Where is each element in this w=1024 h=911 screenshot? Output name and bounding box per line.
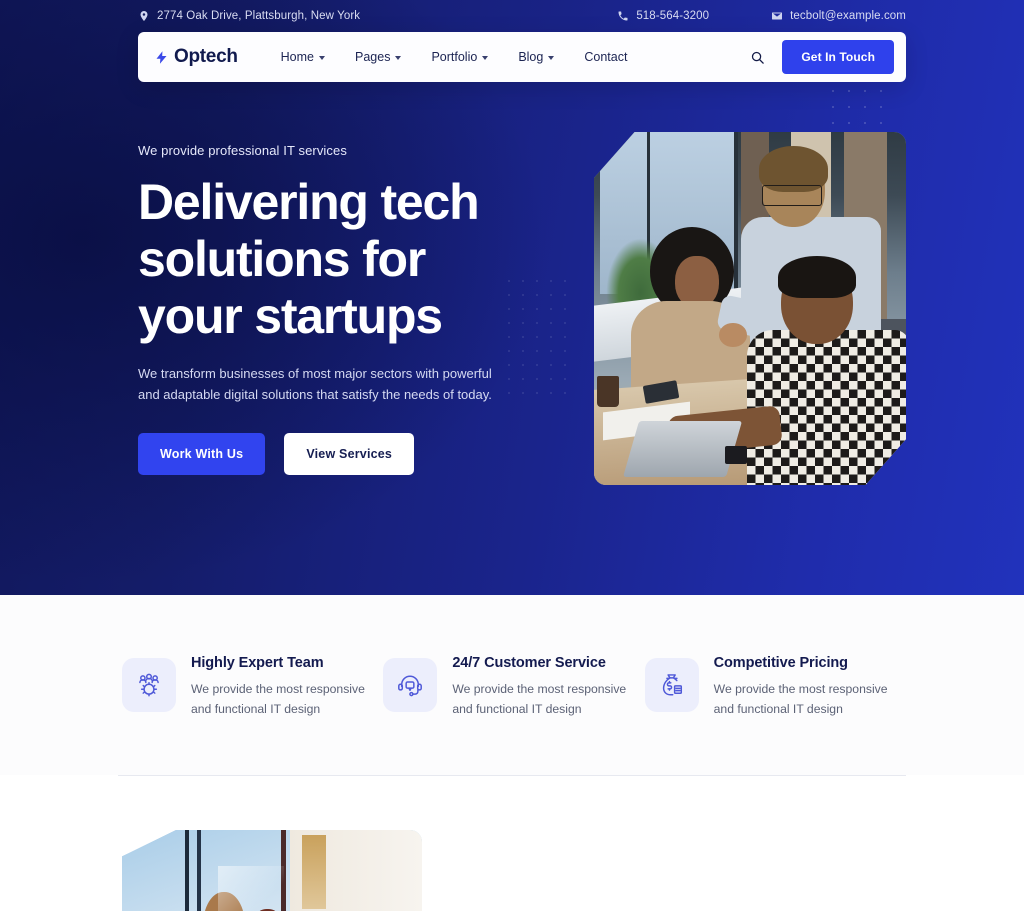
hero-subtitle: We transform businesses of most major se… [138, 366, 492, 402]
chevron-down-icon [482, 55, 489, 60]
get-in-touch-button[interactable]: Get In Touch [782, 40, 894, 74]
nav-item-home[interactable]: Home [266, 42, 340, 72]
hero-title-line-3: your startups [138, 288, 443, 344]
address-text: 2774 Oak Drive, Plattsburgh, New York [157, 10, 361, 22]
bottom-section [0, 776, 1024, 911]
feature-title: 24/7 Customer Service [452, 655, 606, 671]
hero-title: Delivering tech solutions for your start… [138, 174, 558, 345]
nav-item-home-label: Home [280, 50, 314, 64]
hero-title-line-2: solutions for [138, 231, 426, 287]
location-pin-icon [138, 10, 150, 22]
feature-description: We provide the most responsive and funct… [713, 682, 888, 716]
chevron-down-icon [395, 55, 402, 60]
nav-item-blog-label: Blog [518, 50, 544, 64]
lightning-bolt-icon [154, 48, 169, 67]
envelope-icon [771, 10, 783, 22]
feature-description: We provide the most responsive and funct… [452, 682, 627, 716]
email-item[interactable]: tecbolt@example.com [771, 10, 906, 22]
nav-item-pages-label: Pages [355, 50, 391, 64]
nav-item-blog[interactable]: Blog [503, 42, 569, 72]
view-services-button[interactable]: View Services [284, 433, 415, 475]
hero-action-buttons: Work With Us View Services [138, 433, 558, 475]
top-utility-bar: 2774 Oak Drive, Plattsburgh, New York 51… [0, 0, 1024, 32]
features-section: Highly Expert Team We provide the most r… [0, 595, 1024, 775]
address-item: 2774 Oak Drive, Plattsburgh, New York [138, 10, 360, 22]
main-navbar: Optech Home Pages Portfolio Blog Contact… [138, 32, 906, 82]
email-text: tecbolt@example.com [790, 10, 906, 22]
feature-card-expert-team: Highly Expert Team We provide the most r… [122, 655, 383, 719]
feature-title: Competitive Pricing [713, 655, 848, 671]
phone-item[interactable]: 518-564-3200 [617, 10, 709, 22]
hero-text-block: We provide professional IT services Deli… [138, 129, 558, 485]
feature-title: Highly Expert Team [191, 655, 324, 671]
nav-item-contact-label: Contact [584, 50, 628, 64]
bottom-image [122, 830, 422, 911]
feature-description: We provide the most responsive and funct… [191, 682, 365, 716]
team-gear-icon [122, 658, 176, 712]
nav-item-portfolio-label: Portfolio [431, 50, 478, 64]
feature-card-competitive-pricing: Competitive Pricing We provide the most … [644, 655, 906, 719]
hero-section: 2774 Oak Drive, Plattsburgh, New York 51… [0, 0, 1024, 595]
feature-card-customer-service: 24/7 Customer Service We provide the mos… [383, 655, 644, 719]
money-bag-icon [644, 658, 699, 712]
logo-text: Optech [174, 46, 238, 67]
nav-item-portfolio[interactable]: Portfolio [416, 42, 503, 72]
hero-image [594, 132, 906, 485]
hero-eyebrow: We provide professional IT services [138, 143, 347, 158]
headset-support-icon [383, 658, 438, 712]
chevron-down-icon [548, 55, 555, 60]
nav-menu: Home Pages Portfolio Blog Contact [266, 42, 643, 72]
logo[interactable]: Optech [154, 46, 238, 68]
phone-text: 518-564-3200 [636, 10, 710, 22]
chevron-down-icon [319, 55, 325, 60]
hero-title-line-1: Delivering tech [138, 174, 480, 230]
nav-item-pages[interactable]: Pages [340, 42, 416, 72]
hero-image-block [594, 129, 906, 485]
search-icon[interactable] [746, 46, 768, 68]
nav-item-contact[interactable]: Contact [569, 42, 642, 72]
work-with-us-button[interactable]: Work With Us [138, 433, 266, 475]
phone-icon [617, 10, 629, 22]
